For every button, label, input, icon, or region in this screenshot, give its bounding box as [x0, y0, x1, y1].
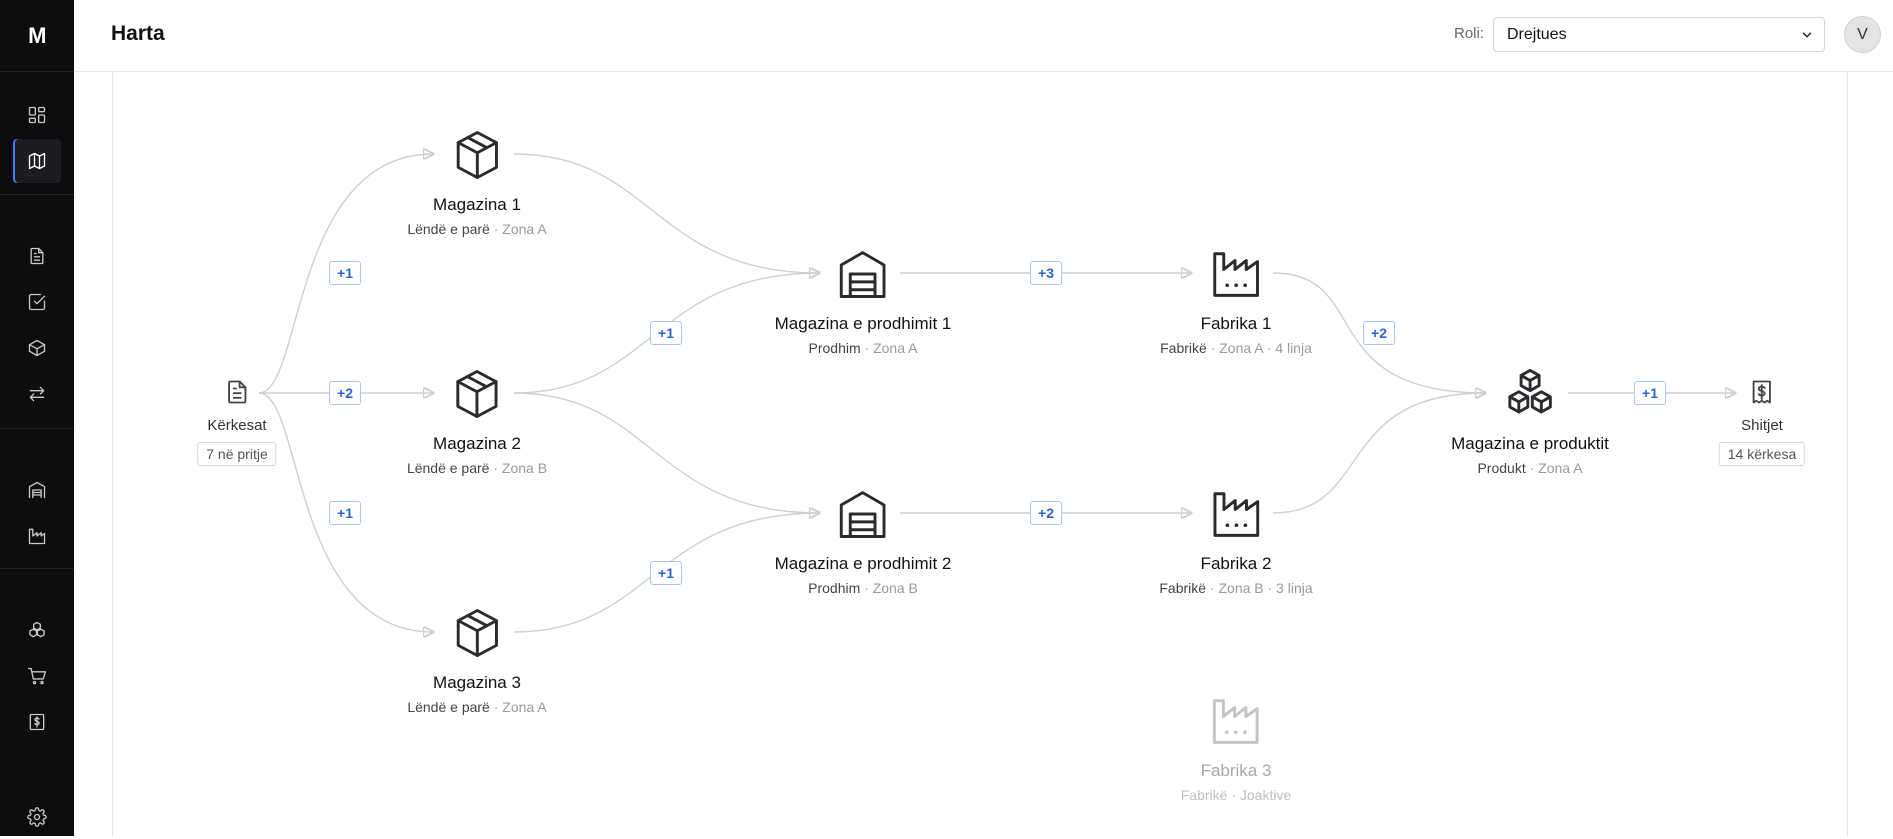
node-subtitle: Lëndë e parë · Zona B	[406, 460, 548, 476]
warehouse-icon	[836, 487, 890, 541]
arrows-icon	[29, 386, 45, 402]
node-title: Magazina e produktit	[1451, 434, 1609, 453]
cart-icon	[28, 667, 46, 685]
factory-icon	[1209, 247, 1263, 301]
edge-badge: +2	[1363, 321, 1395, 345]
edge-badge: +1	[329, 501, 361, 525]
node-title: Fabrika 1	[1200, 314, 1272, 333]
node-title: Fabrika 2	[1200, 554, 1272, 573]
node-magazina-produktit[interactable]: Magazina e produktit Produkt · Zona A	[1451, 367, 1609, 476]
edge-badge: +2	[1030, 501, 1062, 525]
map-icon	[28, 152, 46, 170]
node-magazina-3[interactable]: Magazina 3 Lëndë e parë · Zona A	[407, 606, 547, 715]
sidebar-divider	[0, 428, 74, 429]
source-label: Kërkesat	[207, 417, 267, 434]
sidebar-item-warehouses[interactable]	[13, 468, 61, 512]
sidebar-item-inventory[interactable]	[13, 608, 61, 652]
node-subtitle: Prodhim · Zona B	[808, 580, 918, 596]
sidebar-item-dashboard[interactable]	[13, 93, 61, 137]
node-subtitle: Fabrikë · Zona B · 3 linja	[1159, 580, 1313, 596]
node-title: Magazina 3	[433, 673, 521, 692]
sidebar-item-sales[interactable]	[13, 700, 61, 744]
box-icon	[28, 339, 46, 357]
node-magazina-prodhimit-1[interactable]: Magazina e prodhimit 1 Prodhim · Zona A	[774, 247, 952, 356]
gear-icon	[27, 807, 47, 827]
factory-icon	[1209, 694, 1263, 748]
factory-icon	[28, 528, 46, 545]
receipt-icon	[1719, 378, 1805, 411]
page-title: Harta	[111, 22, 165, 45]
chevron-down-icon	[1802, 32, 1812, 38]
sidebar-item-orders[interactable]	[13, 654, 61, 698]
node-subtitle: Produkt · Zona A	[1477, 460, 1583, 476]
node-magazina-1[interactable]: Magazina 1 Lëndë e parë · Zona A	[407, 128, 547, 237]
sidebar-divider	[0, 194, 74, 195]
node-subtitle: Lëndë e parë · Zona A	[407, 221, 547, 237]
edge-badge: +2	[329, 381, 361, 405]
node-title: Magazina 2	[433, 434, 521, 453]
edge-badge: +3	[1030, 261, 1062, 285]
node-subtitle: Prodhim · Zona A	[808, 340, 918, 356]
node-fabrika-1[interactable]: Fabrika 1 Fabrikë · Zona A · 4 linja	[1160, 247, 1312, 356]
role-select[interactable]: Drejtues	[1493, 17, 1825, 52]
dashboard-icon	[28, 106, 46, 124]
box-icon	[450, 606, 504, 660]
sink-label: Shitjet	[1741, 417, 1783, 434]
sink-node[interactable]: Shitjet 14 kërkesa	[1718, 378, 1806, 466]
factory-icon	[1209, 487, 1263, 541]
sidebar-item-tasks[interactable]	[13, 280, 61, 324]
role-select-value: Drejtues	[1507, 25, 1567, 43]
sidebar-item-requests[interactable]	[13, 234, 61, 278]
node-title: Fabrika 3	[1200, 761, 1272, 780]
checkbox-icon	[28, 293, 46, 311]
node-subtitle: Fabrikë · Joaktive	[1180, 787, 1292, 803]
avatar[interactable]: V	[1844, 16, 1881, 53]
edge-badge: +1	[650, 561, 682, 585]
warehouse-icon	[836, 247, 890, 301]
boxes-icon	[29, 621, 45, 638]
source-node[interactable]: Kërkesat 7 në pritje	[197, 378, 277, 466]
app-logo: M	[0, 0, 74, 72]
node-title: Magazina e prodhimit 2	[774, 554, 952, 573]
node-title: Magazina e prodhimit 1	[774, 314, 952, 333]
sidebar-divider	[0, 568, 74, 569]
top-header: Harta Roli: Drejtues V	[74, 0, 1893, 72]
receipt-icon	[29, 713, 45, 731]
edge-m2-mp2	[513, 392, 819, 513]
sidebar-item-transfers[interactable]	[13, 372, 61, 416]
sidebar-item-factories[interactable]	[13, 514, 61, 558]
sink-pill: 14 kërkesa	[1718, 442, 1806, 466]
sidebar: M	[0, 0, 74, 836]
node-subtitle: Lëndë e parë · Zona A	[407, 699, 547, 715]
edge-badge: +1	[650, 321, 682, 345]
source-pill: 7 në pritje	[197, 442, 277, 466]
boxes-icon	[1503, 367, 1557, 421]
edge-m1-mp1	[513, 153, 819, 273]
box-icon	[450, 128, 504, 182]
node-magazina-prodhimit-2[interactable]: Magazina e prodhimit 2 Prodhim · Zona B	[774, 487, 952, 596]
sidebar-item-map[interactable]	[13, 139, 61, 183]
node-magazina-2[interactable]: Magazina 2 Lëndë e parë · Zona B	[407, 367, 547, 476]
map-canvas[interactable]: Kërkesat 7 në pritje Shitjet 14 kërkesa …	[112, 72, 1848, 836]
document-icon	[30, 247, 44, 265]
sidebar-item-products[interactable]	[13, 326, 61, 370]
warehouse-icon	[28, 481, 46, 499]
role-label: Roli:	[1454, 25, 1485, 42]
edge-badge: +1	[329, 261, 361, 285]
node-subtitle: Fabrikë · Zona A · 4 linja	[1160, 340, 1312, 356]
node-title: Magazina 1	[433, 195, 521, 214]
sidebar-item-settings[interactable]	[13, 795, 61, 839]
edge-badge: +1	[1634, 381, 1666, 405]
node-fabrika-2[interactable]: Fabrika 2 Fabrikë · Zona B · 3 linja	[1159, 487, 1313, 596]
node-fabrika-3[interactable]: Fabrika 3 Fabrikë · Joaktive	[1180, 694, 1292, 803]
document-icon	[197, 378, 276, 411]
box-icon	[450, 367, 504, 421]
